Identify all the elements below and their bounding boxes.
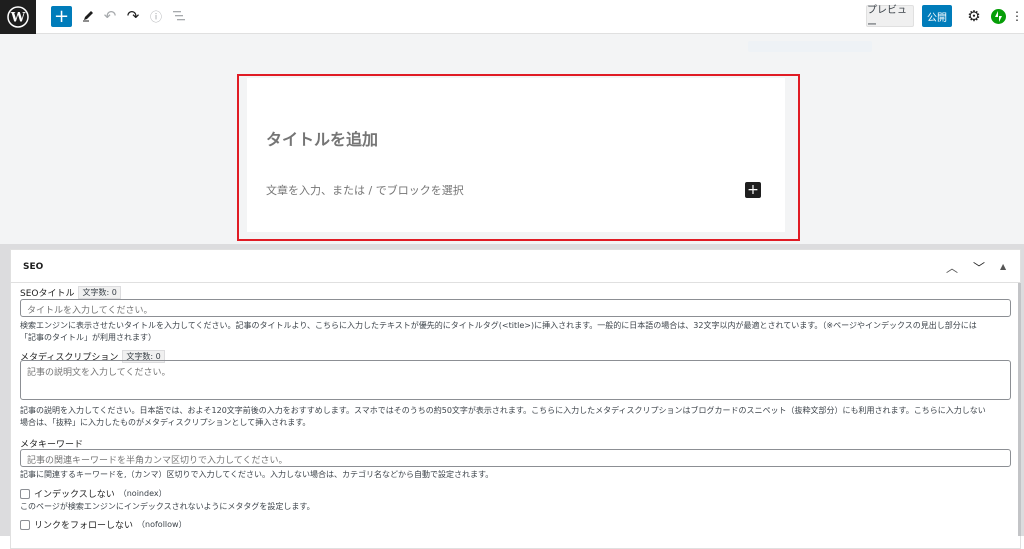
- seo-title-help-line-2: 「記事のタイトル」が利用されます）: [20, 333, 156, 342]
- nofollow-checkbox[interactable]: [20, 519, 30, 530]
- meta-description-help-line-1: 記事の説明を入力してください。日本語では、およそ120文字前後の入力をおすすめし…: [20, 406, 986, 415]
- info-icon: ⓘ: [149, 9, 162, 24]
- jetpack-button[interactable]: [990, 5, 1006, 27]
- move-up-button[interactable]: ︿: [946, 259, 958, 276]
- seo-title-label: SEOタイトル: [20, 289, 75, 299]
- vertical-dots-icon: ⋮: [1011, 9, 1023, 23]
- seo-panel-title: SEO: [23, 262, 44, 272]
- tools-button[interactable]: [80, 5, 96, 27]
- settings-button[interactable]: ⚙: [966, 5, 982, 27]
- meta-keywords-help: 記事に関連するキーワードを,（カンマ）区切りで入力してください。入力しない場合は…: [20, 469, 1010, 481]
- preview-button[interactable]: プレビュー: [866, 5, 914, 31]
- wordpress-logo-icon[interactable]: W: [0, 0, 36, 34]
- nofollow-suffix: （nofollow）: [137, 520, 187, 529]
- redo-button[interactable]: ↷: [125, 5, 141, 27]
- add-block-button[interactable]: +: [51, 6, 72, 27]
- noindex-help-text: このページが検索エンジンにインデックスされないようにメタタグを設定します。: [20, 502, 315, 511]
- meta-description-input[interactable]: 記事の説明文を入力してください。: [20, 360, 1011, 400]
- pencil-icon: [83, 11, 93, 22]
- undo-icon: ↶: [103, 7, 117, 25]
- nofollow-label: リンクをフォローしない: [34, 521, 134, 531]
- noindex-help: このページが検索エンジンにインデックスされないようにメタタグを設定します。: [20, 501, 1010, 513]
- meta-keywords-input[interactable]: 記事の関連キーワードを半角カンマ区切りで入力してください。: [20, 449, 1011, 467]
- faded-notice: [748, 41, 872, 52]
- seo-title-input[interactable]: タイトルを入力してください。: [20, 299, 1011, 317]
- meta-description-help: 記事の説明を入力してください。日本語では、およそ120文字前後の入力をおすすめし…: [20, 405, 1010, 429]
- editor-toolbar: W + ↶ ↷ ⓘ プレビュー 公開 ⚙ ⋮: [0, 0, 1024, 34]
- seo-title-help-line-1: 検索エンジンに表示させたいタイトルを入力してください。記事のタイトルより、こちら…: [20, 321, 977, 330]
- publish-button[interactable]: 公開: [922, 5, 952, 27]
- noindex-label: インデックスしない: [34, 490, 115, 500]
- seo-title-help: 検索エンジンに表示させたいタイトルを入力してください。記事のタイトルより、こちら…: [20, 320, 1010, 344]
- list-view-button[interactable]: [171, 5, 187, 27]
- chevron-down-icon: ﹀: [973, 261, 986, 275]
- noindex-suffix: （noindex）: [118, 489, 167, 498]
- seo-title-label-row: SEOタイトル 文字数: 0: [20, 286, 121, 299]
- noindex-checkbox-row[interactable]: インデックスしない （noindex）: [20, 487, 167, 500]
- toggle-panel-button[interactable]: ▲: [1000, 262, 1006, 271]
- nofollow-checkbox-row[interactable]: リンクをフォローしない （nofollow）: [20, 518, 187, 531]
- move-down-button[interactable]: ﹀: [973, 259, 985, 276]
- seo-title-char-count: 文字数: 0: [78, 286, 121, 299]
- options-button[interactable]: ⋮: [1011, 5, 1023, 27]
- gear-icon: ⚙: [967, 7, 981, 25]
- plus-icon: +: [53, 6, 70, 27]
- chevron-up-icon: ︿: [946, 261, 959, 275]
- caret-up-icon: ▲: [1000, 262, 1007, 271]
- svg-text:W: W: [10, 11, 26, 26]
- meta-keywords-help-text: 記事に関連するキーワードを,（カンマ）区切りで入力してください。入力しない場合は…: [20, 470, 494, 479]
- redo-icon: ↷: [126, 7, 140, 25]
- meta-description-help-line-2: 場合は、「抜粋」に入力したものがメタディスクリプションとして挿入されます。: [20, 418, 311, 427]
- undo-button[interactable]: ↶: [102, 5, 118, 27]
- highlight-box: [237, 74, 800, 241]
- seo-panel-header[interactable]: [10, 249, 1021, 283]
- panel-scrollbar[interactable]: [1018, 283, 1021, 536]
- details-button[interactable]: ⓘ: [148, 5, 164, 27]
- jetpack-icon: [990, 8, 1006, 24]
- noindex-checkbox[interactable]: [20, 488, 30, 499]
- list-view-icon: [173, 11, 185, 21]
